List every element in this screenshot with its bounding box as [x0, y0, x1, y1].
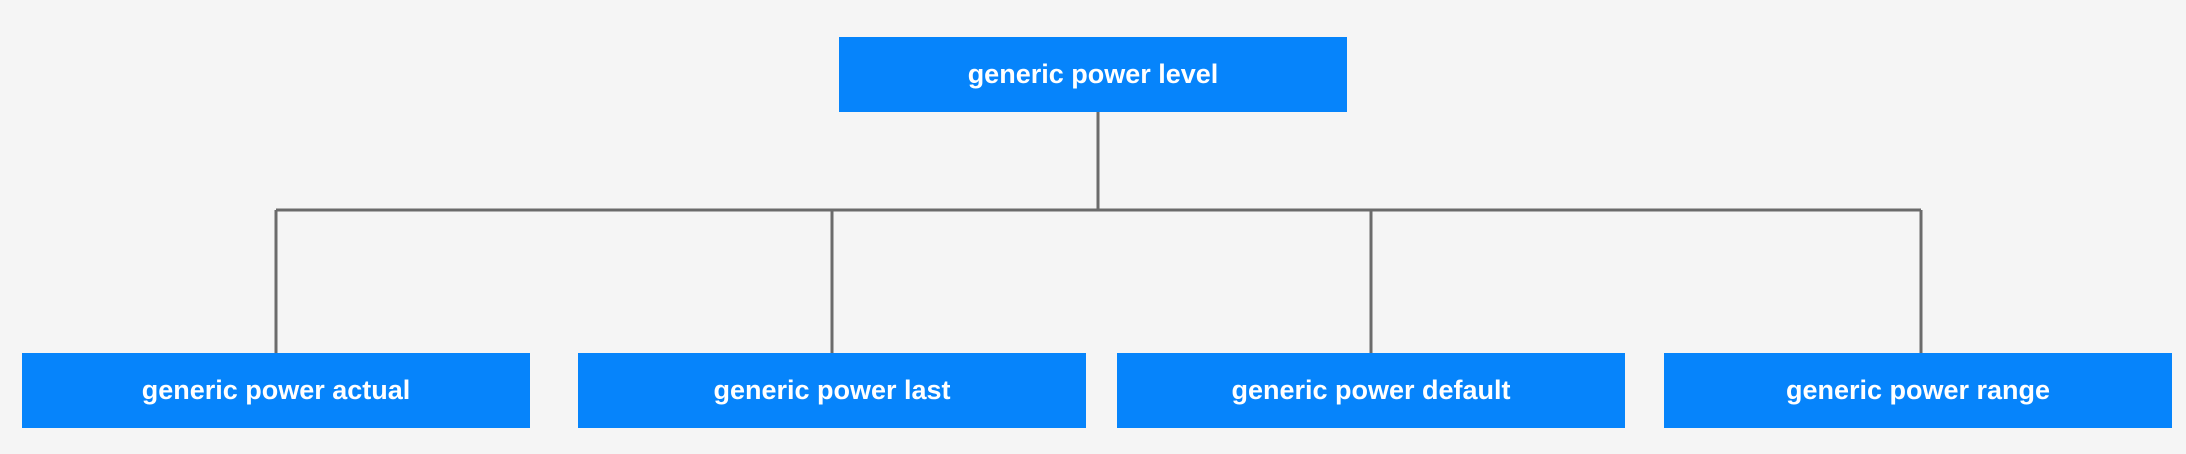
node-child-1: generic power actual	[22, 353, 530, 428]
node-root-label: generic power level	[967, 59, 1219, 89]
node-root: generic power level	[839, 37, 1347, 112]
diagram-canvas: generic power level generic power actual…	[0, 0, 2186, 454]
node-child-4: generic power range	[1664, 353, 2172, 428]
node-child-4-label: generic power range	[1785, 375, 2051, 405]
node-child-3: generic power default	[1117, 353, 1625, 428]
node-child-2: generic power last	[578, 353, 1086, 428]
node-child-2-label: generic power last	[713, 375, 951, 405]
node-child-1-label: generic power actual	[141, 375, 411, 405]
node-child-3-label: generic power default	[1231, 375, 1511, 405]
